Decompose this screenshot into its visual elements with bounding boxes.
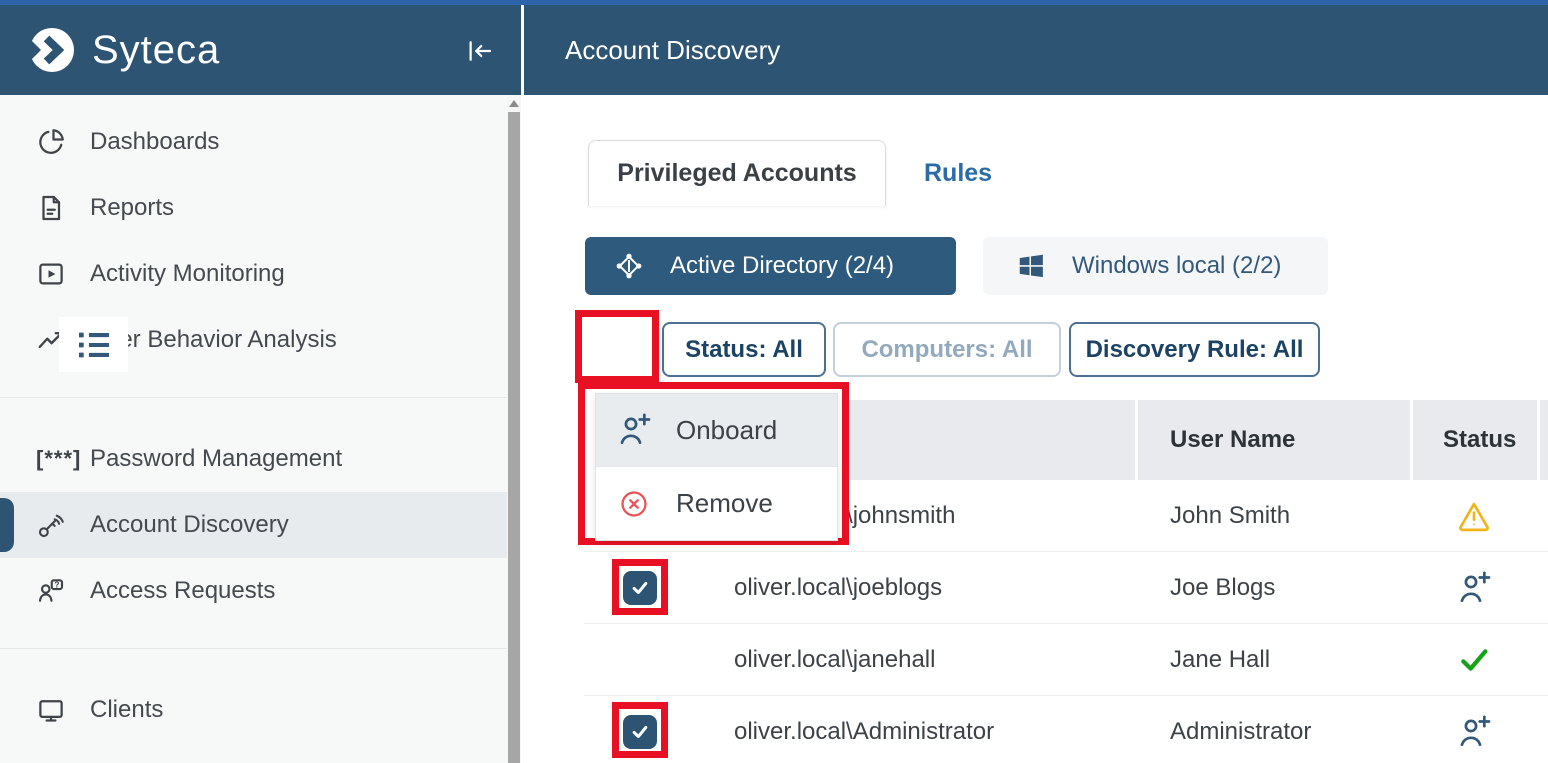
scrollbar-up-button[interactable] bbox=[507, 95, 521, 112]
active-directory-icon bbox=[614, 251, 644, 281]
user-name-cell: Administrator bbox=[1135, 718, 1410, 746]
tab-label: Privileged Accounts bbox=[617, 159, 856, 188]
account-name: oliver.local\Administrator bbox=[734, 718, 994, 745]
sidebar-item-access-requests[interactable]: ? Access Requests bbox=[0, 558, 507, 624]
check-icon bbox=[1458, 644, 1490, 676]
account-discovery-icon bbox=[36, 510, 66, 540]
source-label: Windows local (2/2) bbox=[1072, 252, 1281, 280]
selected-indicator bbox=[0, 498, 14, 552]
sidebar-scrollbar[interactable] bbox=[507, 95, 521, 763]
svg-text:?: ? bbox=[54, 580, 59, 589]
table-row[interactable]: oliver.local\janehall Jane Hall bbox=[584, 624, 1548, 696]
filter-label: Discovery Rule: All bbox=[1086, 336, 1304, 364]
menu-item-onboard[interactable]: Onboard bbox=[596, 394, 837, 466]
remove-circle-icon bbox=[616, 486, 652, 522]
page-header: Account Discovery bbox=[524, 5, 1548, 95]
app-logo: Syteca bbox=[28, 26, 220, 74]
sidebar-main-divider bbox=[521, 5, 524, 763]
row-checkbox[interactable] bbox=[623, 571, 657, 605]
access-requests-icon: ? bbox=[36, 576, 66, 606]
table-row[interactable]: oliver.local\Administrator Administrator bbox=[584, 696, 1548, 763]
sidebar-divider bbox=[0, 397, 507, 398]
tab-privileged-accounts[interactable]: Privileged Accounts bbox=[588, 140, 886, 206]
account-name-cell: oliver.local\joeblogs bbox=[584, 574, 1135, 602]
windows-icon bbox=[1016, 251, 1046, 281]
reports-icon bbox=[36, 193, 66, 223]
sidebar-item-label: Account Discovery bbox=[90, 511, 289, 539]
sidebar-item-activity-monitoring[interactable]: Activity Monitoring bbox=[0, 241, 507, 307]
sidebar-header: Syteca bbox=[0, 5, 521, 95]
filter-computers-button[interactable]: Computers: All bbox=[833, 322, 1061, 377]
tab-label: Rules bbox=[924, 159, 992, 188]
scrollbar-thumb[interactable] bbox=[508, 112, 520, 763]
sidebar-item-clients[interactable]: Clients bbox=[0, 677, 507, 743]
sidebar-item-password-management[interactable]: [***] Account Discovery Password Managem… bbox=[0, 426, 507, 492]
column-header-next bbox=[1537, 400, 1548, 480]
sidebar-item-label: Dashboards bbox=[90, 128, 219, 156]
syteca-logo-icon bbox=[28, 26, 76, 74]
scroll-up-arrow-icon bbox=[509, 100, 519, 107]
account-name-cell: oliver.local\janehall bbox=[584, 646, 1135, 674]
user-name-cell: John Smith bbox=[1135, 502, 1410, 530]
filter-status-button[interactable]: Status: All bbox=[662, 322, 826, 377]
brand-name: Syteca bbox=[92, 28, 220, 73]
sidebar-item-dashboards[interactable]: Dashboards bbox=[0, 109, 507, 175]
status-cell bbox=[1410, 570, 1537, 606]
column-header-status[interactable]: Status bbox=[1410, 400, 1537, 480]
clients-icon bbox=[36, 695, 66, 725]
bulk-actions-button[interactable] bbox=[59, 317, 128, 372]
sidebar-item-label: Clients bbox=[90, 696, 163, 724]
account-name: oliver.local\joeblogs bbox=[734, 574, 942, 601]
sidebar-item-label: Password Management bbox=[90, 445, 342, 473]
sidebar-item-label: Activity Monitoring bbox=[90, 260, 285, 288]
user-plus-icon bbox=[1456, 570, 1492, 606]
source-windows-local-button[interactable]: Windows local (2/2) bbox=[983, 237, 1328, 295]
status-cell bbox=[1410, 714, 1537, 750]
filter-discovery-rule-button[interactable]: Discovery Rule: All bbox=[1069, 322, 1320, 377]
sidebar-item-reports[interactable]: Reports bbox=[0, 175, 507, 241]
activity-monitoring-icon bbox=[36, 259, 66, 289]
sidebar-item-label: Access Requests bbox=[90, 577, 275, 605]
sidebar-nav: Dashboards Reports Activity Monitoring bbox=[0, 95, 507, 743]
menu-item-label: Onboard bbox=[676, 415, 777, 446]
menu-item-label: Remove bbox=[676, 488, 773, 519]
tab-rules[interactable]: Rules bbox=[912, 140, 1004, 206]
filter-label: Status: All bbox=[685, 336, 803, 364]
sidebar-divider bbox=[0, 648, 507, 649]
source-active-directory-button[interactable]: Active Directory (2/4) bbox=[585, 237, 956, 295]
source-label: Active Directory (2/4) bbox=[670, 252, 894, 280]
page-title: Account Discovery bbox=[565, 35, 780, 66]
account-name-cell: oliver.local\Administrator bbox=[584, 718, 1135, 746]
warning-icon bbox=[1457, 499, 1491, 533]
sidebar-item-label: Reports bbox=[90, 194, 174, 222]
user-plus-icon bbox=[1456, 714, 1492, 750]
menu-item-remove[interactable]: Remove bbox=[596, 467, 837, 540]
sidebar-item-account-discovery[interactable]: Account Discovery bbox=[0, 492, 507, 558]
sidebar: Syteca Dashboards bbox=[0, 5, 521, 763]
password-management-icon: [***] bbox=[36, 446, 80, 472]
row-checkbox[interactable] bbox=[623, 715, 657, 749]
app-window: Syteca Dashboards bbox=[0, 0, 1548, 763]
status-cell bbox=[1410, 644, 1537, 676]
bulk-actions-menu: Onboard Remove bbox=[595, 393, 838, 541]
list-icon bbox=[75, 326, 113, 364]
column-header-user-name[interactable]: User Name bbox=[1135, 400, 1410, 480]
table-row[interactable]: oliver.local\joeblogs Joe Blogs bbox=[584, 552, 1548, 624]
collapse-sidebar-icon[interactable] bbox=[465, 36, 495, 66]
top-accent-strip bbox=[0, 0, 1548, 5]
dashboards-icon bbox=[36, 127, 66, 157]
user-name-cell: Joe Blogs bbox=[1135, 574, 1410, 602]
user-name-cell: Jane Hall bbox=[1135, 646, 1410, 674]
user-plus-icon bbox=[616, 412, 652, 448]
status-cell bbox=[1410, 499, 1537, 533]
filter-label: Computers: All bbox=[861, 336, 1032, 364]
